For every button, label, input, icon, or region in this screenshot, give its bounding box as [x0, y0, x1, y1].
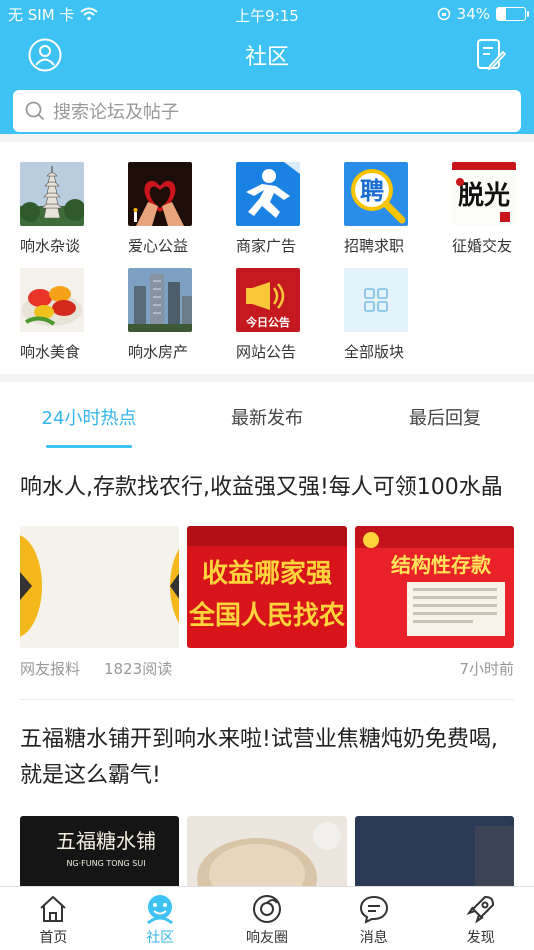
category-label: 响水房产 [128, 343, 189, 361]
message-icon [359, 895, 388, 924]
tab-latest[interactable]: 最新发布 [178, 382, 356, 448]
category-label: 全部版块 [344, 343, 405, 361]
bottom-nav-label: 首页 [39, 930, 68, 946]
post-images: 五福糖水铺 NG·FUNG TONG SUI [20, 816, 514, 886]
heart-hands-icon [128, 162, 192, 226]
pagoda-icon [20, 162, 84, 226]
search-bar-wrap: 搜索论坛及帖子 [0, 82, 534, 140]
category-label: 招聘求职 [344, 237, 405, 255]
search-input[interactable]: 搜索论坛及帖子 [13, 90, 521, 132]
bottom-nav-circle[interactable]: 响友圈 [214, 887, 321, 950]
calligraphy-icon: 脱光 [452, 162, 516, 226]
post-image[interactable]: 五福糖水铺 NG·FUNG TONG SUI [20, 816, 180, 886]
category-item[interactable]: 响水房产 [128, 268, 208, 362]
post-image[interactable] [20, 526, 180, 648]
food-icon [20, 268, 84, 332]
post-title: 五福糖水铺开到响水来啦!试营业焦糖炖奶免费喝,就是这么霸气! [20, 727, 498, 788]
post-image[interactable]: 结构性存款 [354, 526, 514, 648]
category-item[interactable]: 聘 招聘求职 [344, 162, 424, 256]
category-label: 响水美食 [20, 343, 81, 361]
wifi-icon [80, 7, 99, 21]
navbar: 社区 [0, 28, 534, 82]
runner-icon [236, 162, 300, 226]
bottom-nav-community[interactable]: 社区 [107, 887, 214, 950]
category-grid: 响水杂谈 爱心公益 商家广告 聘 招聘求职 脱光 征婚交友 响水美食 响水房产 … [0, 142, 534, 374]
svg-text:结构性存款: 结构性存款 [391, 553, 492, 577]
category-item[interactable]: 响水杂谈 [20, 162, 100, 256]
status-bar: 无 SIM 卡 上午9:15 34% [0, 0, 534, 28]
post-reads: 1823阅读 [104, 660, 173, 678]
bottom-nav-discover[interactable]: 发现 [427, 887, 534, 950]
category-label: 征婚交友 [452, 237, 513, 255]
svg-text:聘: 聘 [360, 177, 384, 205]
battery-icon [496, 7, 529, 21]
tab-bar: 24小时热点 最新发布 最后回复 [0, 382, 534, 448]
header: 无 SIM 卡 上午9:15 34% 社区 搜索论坛及帖子 [0, 0, 534, 134]
post-meta: 网友报料 1823阅读 7小时前 [20, 658, 514, 679]
grid-icon [344, 268, 408, 332]
svg-text:脱光: 脱光 [458, 181, 510, 211]
category-item[interactable]: 商家广告 [236, 162, 316, 256]
hire-icon: 聘 [344, 162, 408, 226]
app-root: 无 SIM 卡 上午9:15 34% 社区 搜索论坛及帖子 响水杂谈 爱心公益 … [0, 0, 534, 950]
category-label: 爱心公益 [128, 237, 189, 255]
community-icon [147, 895, 174, 925]
category-item[interactable]: 今日公告 网站公告 [236, 268, 316, 362]
post-image[interactable]: 收益哪家强 全国人民找农 [187, 526, 347, 648]
svg-text:五福糖水铺: 五福糖水铺 [56, 829, 156, 853]
category-label: 网站公告 [236, 343, 297, 361]
buildings-icon [128, 268, 192, 332]
category-item[interactable]: 爱心公益 [128, 162, 208, 256]
orientation-lock-icon [437, 7, 450, 21]
category-item[interactable]: 响水美食 [20, 268, 100, 362]
home-icon [40, 896, 67, 922]
category-item[interactable]: 全部版块 [344, 268, 424, 362]
post-source: 网友报料 [20, 660, 81, 678]
bottom-nav-label: 消息 [359, 930, 388, 946]
user-profile-icon[interactable] [28, 38, 62, 72]
tab-last-reply[interactable]: 最后回复 [356, 382, 534, 448]
svg-text:今日公告: 今日公告 [245, 315, 290, 329]
megaphone-icon: 今日公告 [236, 268, 300, 332]
circle-icon [252, 895, 281, 923]
compose-icon[interactable] [476, 38, 506, 72]
search-icon [25, 101, 45, 121]
carrier-label: 无 SIM 卡 [8, 5, 75, 24]
bottom-nav-home[interactable]: 首页 [0, 887, 107, 950]
category-label: 响水杂谈 [20, 237, 81, 255]
rocket-icon [466, 896, 494, 924]
post-feed: 响水人,存款找农行,收益强又强!每人可领100水晶 收益哪家强 全国人民找农 结… [0, 448, 534, 886]
category-item[interactable]: 脱光 征婚交友 [452, 162, 532, 256]
bottom-nav-messages[interactable]: 消息 [320, 887, 427, 950]
post-image[interactable] [354, 816, 514, 886]
bottom-nav-label: 社区 [146, 930, 175, 946]
svg-text:全国人民找农: 全国人民找农 [188, 600, 345, 631]
category-label: 商家广告 [236, 237, 297, 255]
post-time: 7小时前 [459, 660, 514, 678]
bottom-nav-label: 发现 [466, 930, 495, 946]
post-image[interactable] [187, 816, 347, 886]
post-card[interactable]: 响水人,存款找农行,收益强又强!每人可领100水晶 收益哪家强 全国人民找农 结… [0, 448, 534, 700]
search-placeholder: 搜索论坛及帖子 [53, 102, 179, 123]
post-images: 收益哪家强 全国人民找农 结构性存款 [20, 526, 514, 648]
bottom-nav: 首页 社区 响友圈 消息 发现 [0, 886, 534, 950]
post-card[interactable]: 五福糖水铺开到响水来啦!试营业焦糖炖奶免费喝,就是这么霸气! 五福糖水铺 NG·… [0, 700, 534, 886]
battery-percent: 34% [456, 5, 490, 23]
svg-text:NG·FUNG TONG SUI: NG·FUNG TONG SUI [66, 859, 145, 868]
svg-text:收益哪家强: 收益哪家强 [202, 558, 332, 589]
bottom-nav-label: 响友圈 [245, 930, 288, 946]
tab-hot-24h[interactable]: 24小时热点 [0, 382, 178, 448]
page-title: 社区 [244, 45, 289, 70]
post-title: 响水人,存款找农行,收益强又强!每人可领100水晶 [20, 475, 503, 500]
